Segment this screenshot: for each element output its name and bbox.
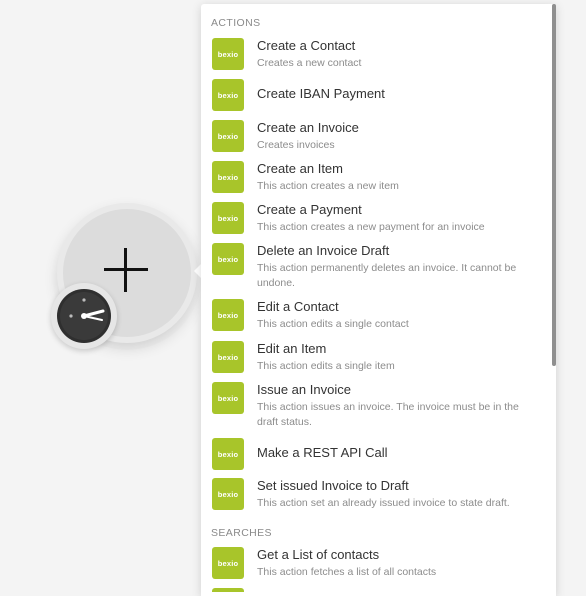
section-searches-heading: SEARCHES bbox=[211, 527, 272, 539]
item-description: This action fetches a list of all contac… bbox=[257, 566, 437, 578]
bexio-logo-icon: bexio bbox=[212, 38, 244, 70]
action-create-contact[interactable]: bexio Create a Contact Creates a new con… bbox=[212, 38, 542, 72]
item-title: Make a REST API Call bbox=[257, 445, 388, 460]
bexio-logo-icon: bexio bbox=[212, 341, 244, 373]
bexio-logo-icon: bexio bbox=[212, 299, 244, 331]
item-title: Get a List of contacts bbox=[257, 547, 380, 562]
action-issue-invoice[interactable]: bexio Issue an Invoice This action issue… bbox=[212, 382, 542, 430]
action-edit-item[interactable]: bexio Edit an Item This action edits a s… bbox=[212, 341, 542, 375]
plus-icon[interactable] bbox=[124, 248, 127, 292]
bexio-logo-icon bbox=[212, 588, 244, 592]
action-create-iban-payment[interactable]: bexio Create IBAN Payment bbox=[212, 79, 542, 113]
bexio-logo-icon: bexio bbox=[212, 547, 244, 579]
search-item-partial[interactable] bbox=[212, 588, 542, 592]
item-title: Create IBAN Payment bbox=[257, 86, 385, 101]
item-description: This action edits a single item bbox=[257, 360, 395, 372]
action-edit-contact[interactable]: bexio Edit a Contact This action edits a… bbox=[212, 299, 542, 333]
bexio-logo-icon: bexio bbox=[212, 161, 244, 193]
bexio-logo-icon: bexio bbox=[212, 438, 244, 470]
section-actions-heading: ACTIONS bbox=[211, 17, 261, 29]
action-create-payment[interactable]: bexio Create a Payment This action creat… bbox=[212, 202, 542, 236]
item-title: Create a Payment bbox=[257, 202, 362, 217]
item-description: This action permanently deletes an invoi… bbox=[257, 262, 517, 289]
bexio-logo-icon: bexio bbox=[212, 478, 244, 510]
item-title: Set issued Invoice to Draft bbox=[257, 478, 409, 493]
item-description: This action creates a new item bbox=[257, 180, 399, 192]
action-delete-invoice-draft[interactable]: bexio Delete an Invoice Draft This actio… bbox=[212, 243, 542, 291]
bexio-logo-icon: bexio bbox=[212, 382, 244, 414]
item-description: Creates invoices bbox=[257, 139, 335, 151]
item-title: Edit an Item bbox=[257, 341, 327, 356]
item-description: Creates a new contact bbox=[257, 57, 362, 69]
schedule-badge[interactable] bbox=[51, 283, 117, 349]
search-get-list-of-contacts[interactable]: bexio Get a List of contacts This action… bbox=[212, 547, 542, 581]
bexio-logo-icon: bexio bbox=[212, 79, 244, 111]
clock-icon bbox=[57, 289, 111, 343]
item-description: This action creates a new payment for an… bbox=[257, 221, 485, 233]
action-make-rest-api-call[interactable]: bexio Make a REST API Call bbox=[212, 438, 542, 472]
item-title: Delete an Invoice Draft bbox=[257, 243, 390, 258]
item-title: Create an Invoice bbox=[257, 120, 359, 135]
action-set-invoice-to-draft[interactable]: bexio Set issued Invoice to Draft This a… bbox=[212, 478, 542, 512]
item-description: This action issues an invoice. The invoi… bbox=[257, 401, 519, 428]
item-title: Issue an Invoice bbox=[257, 382, 351, 397]
action-create-item[interactable]: bexio Create an Item This action creates… bbox=[212, 161, 542, 195]
action-create-invoice[interactable]: bexio Create an Invoice Creates invoices bbox=[212, 120, 542, 154]
item-title: Edit a Contact bbox=[257, 299, 339, 314]
item-title: Create a Contact bbox=[257, 38, 356, 53]
item-description: This action set an already issued invoic… bbox=[257, 497, 510, 509]
bexio-logo-icon: bexio bbox=[212, 202, 244, 234]
item-description: This action edits a single contact bbox=[257, 318, 409, 330]
bexio-logo-icon: bexio bbox=[212, 243, 244, 275]
bexio-logo-icon: bexio bbox=[212, 120, 244, 152]
item-title: Create an Item bbox=[257, 161, 343, 176]
scrollbar[interactable] bbox=[552, 4, 556, 366]
